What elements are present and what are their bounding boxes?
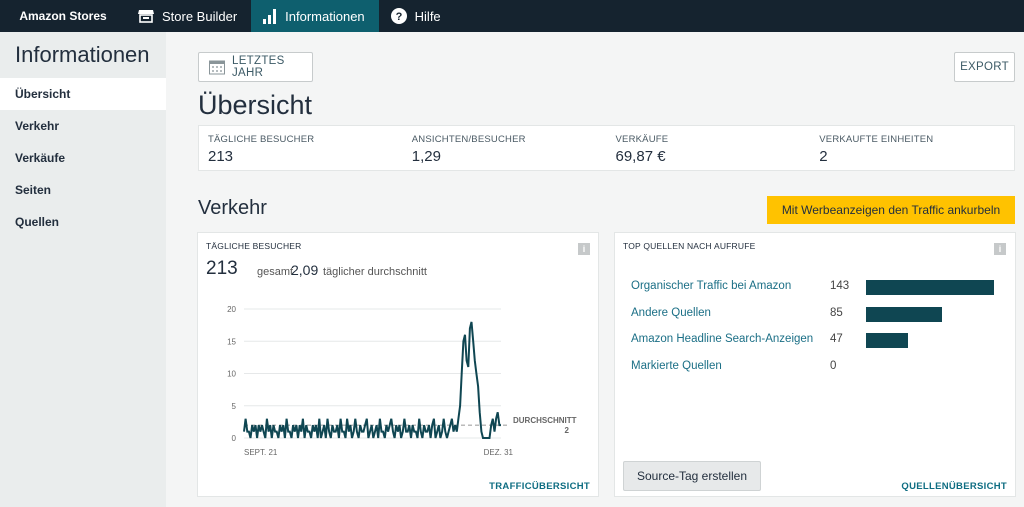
kpi-label: VERKÄUFE — [615, 134, 669, 145]
top-sources-card: TOP QUELLEN NACH AUFRUFE i Organischer T… — [614, 232, 1016, 497]
x-tick-label: DEZ. 31 — [484, 448, 514, 457]
y-tick-label: 20 — [227, 305, 236, 314]
source-row: Andere Quellen 85 — [631, 307, 1011, 323]
export-button[interactable]: EXPORT — [954, 52, 1015, 82]
kpi-value: 213 — [208, 148, 234, 165]
average-value: 2 — [565, 426, 570, 435]
section-title-verkehr: Verkehr — [198, 197, 267, 219]
source-bar — [866, 307, 943, 322]
info-icon[interactable]: i — [578, 243, 590, 255]
calendar-icon — [209, 59, 225, 75]
daily-visitors-chart: 0 5 10 15 20 DURCHSCHNITT 2 SEPT. 21 DEZ. 31 — [227, 305, 577, 457]
source-value: 143 — [830, 280, 850, 292]
source-value: 85 — [830, 307, 843, 319]
traffic-overview-link[interactable]: TRAFFICÜBERSICHT — [489, 481, 590, 492]
svg-text:?: ? — [395, 11, 402, 23]
visitors-total: 213 — [206, 258, 238, 279]
date-range-button[interactable]: LETZTES JAHR — [198, 52, 313, 82]
nav-store-builder[interactable]: Store Builder — [126, 0, 251, 32]
visitors-avg-label: täglicher durchschnitt — [323, 266, 427, 278]
y-tick-label: 0 — [232, 434, 237, 443]
source-row: Markierte Quellen 0 — [631, 360, 1011, 376]
help-icon: ? — [390, 8, 407, 24]
y-tick-label: 10 — [227, 370, 236, 379]
source-bar — [866, 333, 909, 348]
create-source-tag-button[interactable]: Source-Tag erstellen — [623, 461, 761, 491]
sidebar-item-quellen[interactable]: Quellen — [0, 206, 166, 238]
kpi-card: TÄGLICHE BESUCHER 213 ANSICHTEN/BESUCHER… — [198, 125, 1015, 171]
kpi-views-per-visitor: ANSICHTEN/BESUCHER 1,29 — [403, 126, 607, 170]
sources-overview-link[interactable]: QUELLENÜBERSICHT — [901, 481, 1007, 492]
nav-informationen[interactable]: Informationen — [251, 0, 379, 32]
kpi-label: VERKAUFTE EINHEITEN — [819, 134, 934, 145]
y-tick-label: 5 — [232, 402, 237, 411]
nav-label: Hilfe — [414, 8, 441, 24]
boost-traffic-ads-button[interactable]: Mit Werbeanzeigen den Traffic ankurbeln — [767, 196, 1015, 224]
sidebar: Informationen Übersicht Verkehr Verkäufe… — [0, 32, 166, 507]
store-icon — [138, 9, 154, 23]
x-tick-label: SEPT. 21 — [244, 448, 278, 457]
kpi-value: 69,87 € — [615, 148, 666, 165]
source-bar — [866, 280, 994, 295]
sidebar-item-verkehr[interactable]: Verkehr — [0, 110, 166, 142]
sidebar-item-uebersicht[interactable]: Übersicht — [0, 78, 166, 110]
source-row: Amazon Headline Search-Anzeigen 47 — [631, 333, 1011, 349]
source-value: 0 — [830, 360, 837, 372]
series-line — [243, 321, 501, 439]
date-range-label: LETZTES JAHR — [232, 55, 285, 79]
top-nav-bar: Amazon Stores Store Builder Informatione… — [0, 0, 1024, 32]
page-title: Übersicht — [198, 90, 313, 120]
kpi-value: 2 — [819, 148, 828, 165]
source-value: 47 — [830, 333, 843, 345]
main-content: LETZTES JAHR EXPORT Übersicht TÄGLICHE B… — [166, 32, 1024, 507]
visitors-avg: 2,09 — [291, 262, 319, 278]
nav-label: Informationen — [285, 8, 365, 24]
source-name-link[interactable]: Amazon Headline Search-Anzeigen — [631, 333, 813, 345]
sidebar-title: Informationen — [15, 42, 150, 67]
kpi-label: ANSICHTEN/BESUCHER — [411, 134, 526, 145]
nav-label: Store Builder — [162, 8, 238, 24]
source-name-link[interactable]: Andere Quellen — [631, 307, 711, 319]
info-icon[interactable]: i — [994, 243, 1006, 255]
source-row: Organischer Traffic bei Amazon 143 — [631, 280, 1011, 296]
kpi-daily-visitors: TÄGLICHE BESUCHER 213 — [199, 126, 403, 170]
daily-visitors-card: TÄGLICHE BESUCHER i 213 gesamt 2,09 tägl… — [197, 232, 599, 497]
kpi-label: TÄGLICHE BESUCHER — [208, 134, 315, 145]
source-name-link[interactable]: Markierte Quellen — [631, 360, 722, 372]
kpi-sales: VERKÄUFE 69,87 € — [607, 126, 811, 170]
card-title: TÄGLICHE BESUCHER — [206, 241, 302, 251]
kpi-value: 1,29 — [411, 148, 441, 165]
visitors-total-label: gesamt — [257, 266, 294, 278]
card-title: TOP QUELLEN NACH AUFRUFE — [623, 241, 756, 251]
brand-logo[interactable]: Amazon Stores — [0, 0, 126, 32]
bar-chart-icon — [263, 8, 277, 24]
nav-hilfe[interactable]: ? Hilfe — [379, 0, 455, 32]
sidebar-item-seiten[interactable]: Seiten — [0, 174, 166, 206]
average-label: DURCHSCHNITT — [513, 416, 577, 425]
source-name-link[interactable]: Organischer Traffic bei Amazon — [631, 280, 791, 292]
y-tick-label: 15 — [227, 337, 236, 346]
sidebar-item-verkaeufe[interactable]: Verkäufe — [0, 142, 166, 174]
kpi-units-sold: VERKAUFTE EINHEITEN 2 — [810, 126, 1014, 170]
